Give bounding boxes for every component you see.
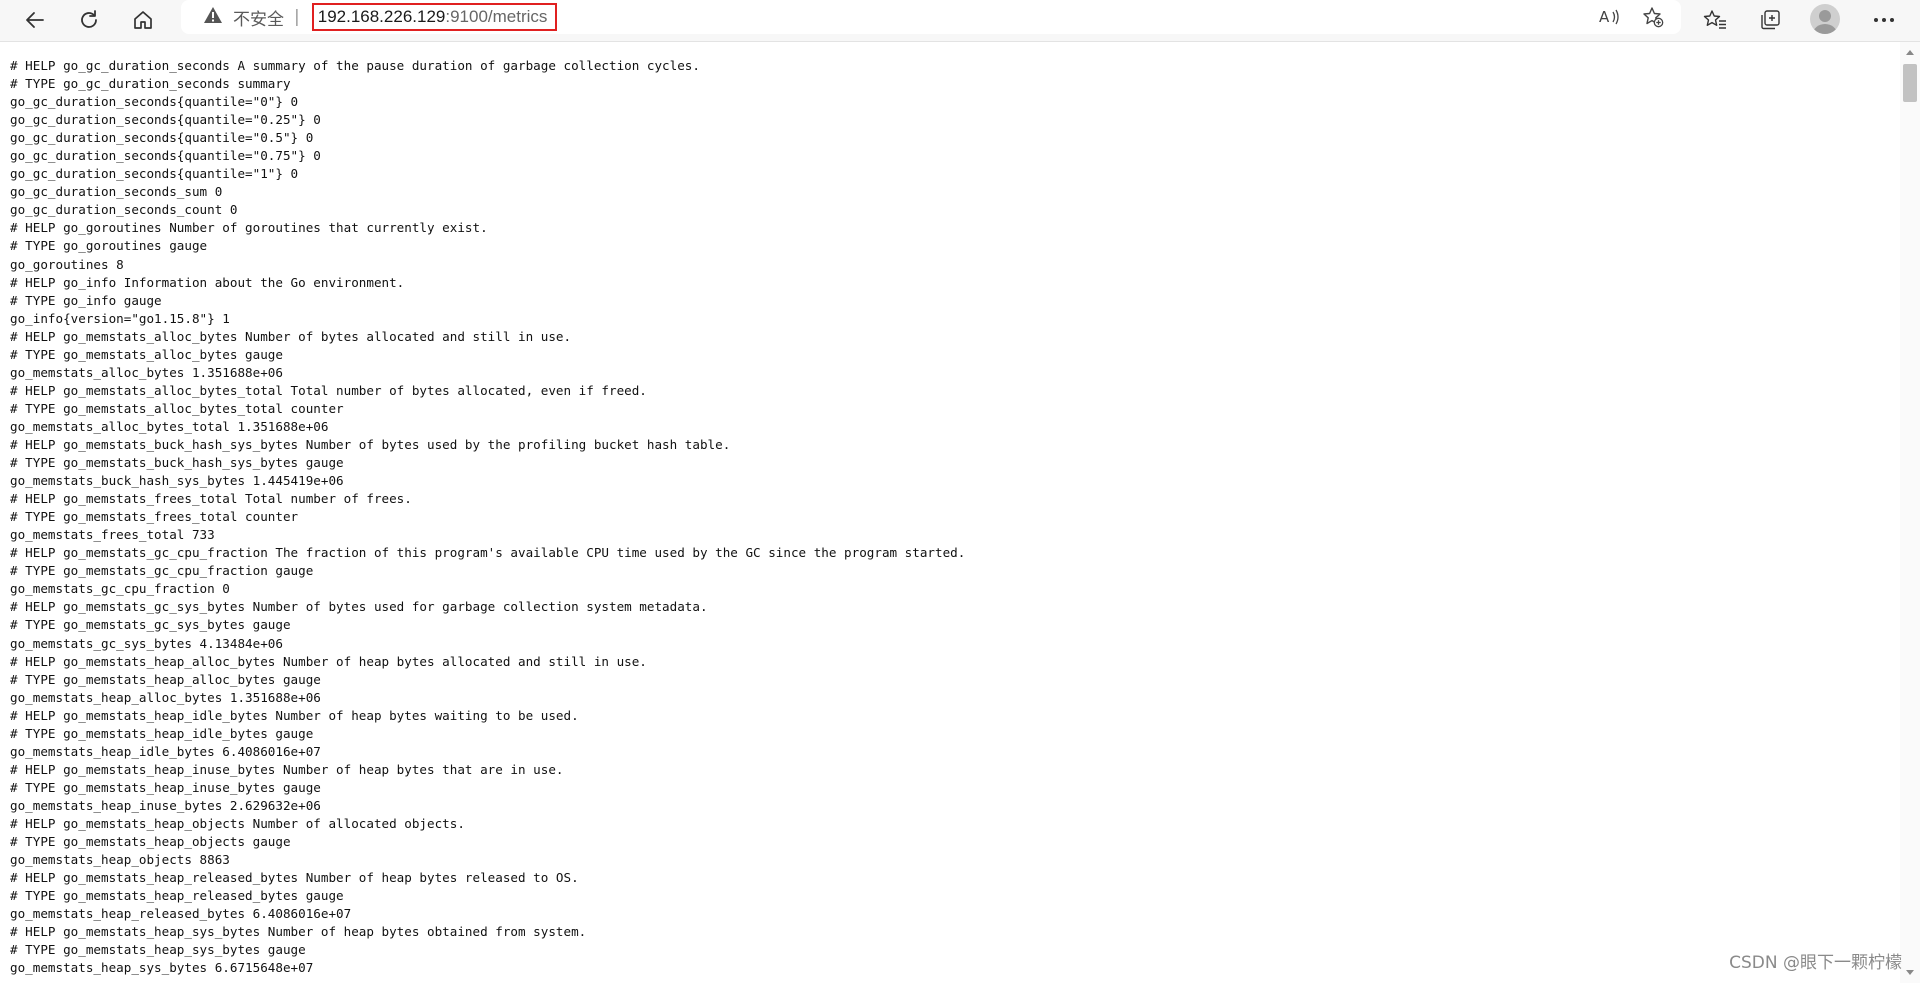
scroll-up-arrow-icon[interactable] bbox=[1906, 50, 1914, 55]
metric-line: go_memstats_buck_hash_sys_bytes 1.445419… bbox=[10, 473, 344, 489]
collections-icon[interactable] bbox=[1751, 2, 1789, 38]
metric-line: go_memstats_frees_total 733 bbox=[10, 527, 215, 543]
metrics-text: # HELP go_gc_duration_seconds A summary … bbox=[0, 42, 1900, 977]
metric-line: # TYPE go_memstats_gc_sys_bytes gauge bbox=[10, 617, 291, 633]
metric-line: go_goroutines 8 bbox=[10, 256, 124, 272]
url-host: 192.168.226.129 bbox=[317, 7, 446, 26]
metric-line: # TYPE go_memstats_heap_released_bytes g… bbox=[10, 888, 344, 904]
metric-line: go_memstats_alloc_bytes 1.351688e+06 bbox=[10, 364, 283, 380]
metric-line: go_gc_duration_seconds{quantile="1"} 0 bbox=[10, 166, 299, 182]
metric-line: go_memstats_heap_alloc_bytes 1.351688e+0… bbox=[10, 689, 321, 705]
metric-line: # TYPE go_gc_duration_seconds summary bbox=[10, 76, 291, 92]
scroll-down-arrow-icon[interactable] bbox=[1906, 970, 1914, 975]
metric-line: # TYPE go_memstats_heap_sys_bytes gauge bbox=[10, 942, 306, 958]
metric-line: go_memstats_gc_sys_bytes 4.13484e+06 bbox=[10, 635, 283, 651]
metric-line: go_memstats_heap_inuse_bytes 2.629632e+0… bbox=[10, 797, 321, 813]
refresh-icon[interactable] bbox=[70, 2, 108, 38]
metric-line: # TYPE go_memstats_heap_objects gauge bbox=[10, 834, 291, 850]
browser-toolbar: 不安全 | 192.168.226.129:9100/metrics A bbox=[0, 0, 1920, 42]
metric-line: go_memstats_gc_cpu_fraction 0 bbox=[10, 581, 230, 597]
metric-line: go_memstats_heap_objects 8863 bbox=[10, 852, 230, 868]
metric-line: go_memstats_alloc_bytes_total 1.351688e+… bbox=[10, 418, 329, 434]
add-favorite-icon[interactable] bbox=[1631, 0, 1675, 34]
url-path: :9100/metrics bbox=[445, 7, 548, 26]
metric-line: # TYPE go_memstats_alloc_bytes gauge bbox=[10, 346, 283, 362]
metric-line: # TYPE go_memstats_gc_cpu_fraction gauge bbox=[10, 563, 314, 579]
url-field[interactable]: 192.168.226.129:9100/metrics bbox=[311, 3, 558, 31]
metric-line: # HELP go_info Information about the Go … bbox=[10, 274, 405, 290]
svg-text:A: A bbox=[1599, 8, 1610, 26]
metric-line: # TYPE go_memstats_heap_inuse_bytes gaug… bbox=[10, 779, 321, 795]
metric-line: # HELP go_memstats_alloc_bytes_total Tot… bbox=[10, 382, 647, 398]
metric-line: # HELP go_gc_duration_seconds A summary … bbox=[10, 58, 700, 73]
metric-line: # TYPE go_memstats_buck_hash_sys_bytes g… bbox=[10, 455, 344, 471]
watermark: CSDN @眼下一颗柠檬 bbox=[1729, 953, 1902, 973]
address-bar[interactable]: 不安全 | 192.168.226.129:9100/metrics A bbox=[181, 0, 1681, 34]
metric-line: # HELP go_memstats_heap_sys_bytes Number… bbox=[10, 924, 587, 940]
separator: | bbox=[294, 7, 300, 27]
address-bar-actions: A bbox=[1587, 0, 1675, 34]
metric-line: go_gc_duration_seconds{quantile="0.75"} … bbox=[10, 148, 321, 164]
metric-line: # HELP go_memstats_heap_released_bytes N… bbox=[10, 870, 579, 886]
metric-line: # TYPE go_memstats_heap_alloc_bytes gaug… bbox=[10, 671, 321, 687]
metric-line: # HELP go_memstats_heap_inuse_bytes Numb… bbox=[10, 761, 564, 777]
metric-line: # TYPE go_goroutines gauge bbox=[10, 238, 208, 254]
metric-line: go_memstats_heap_sys_bytes 6.6715648e+07 bbox=[10, 960, 314, 976]
metric-line: # TYPE go_memstats_alloc_bytes_total cou… bbox=[10, 400, 344, 416]
home-icon[interactable] bbox=[124, 2, 162, 38]
page-content: # HELP go_gc_duration_seconds A summary … bbox=[0, 42, 1900, 983]
metric-line: go_info{version="go1.15.8"} 1 bbox=[10, 310, 230, 326]
metric-line: # HELP go_memstats_alloc_bytes Number of… bbox=[10, 328, 572, 344]
metric-line: # HELP go_memstats_gc_sys_bytes Number o… bbox=[10, 599, 708, 615]
metric-line: # HELP go_memstats_heap_idle_bytes Numbe… bbox=[10, 707, 579, 723]
metric-line: # HELP go_memstats_frees_total Total num… bbox=[10, 491, 412, 507]
metric-line: # HELP go_memstats_gc_cpu_fraction The f… bbox=[10, 545, 966, 561]
more-icon[interactable] bbox=[1865, 2, 1903, 38]
metric-line: go_memstats_heap_idle_bytes 6.4086016e+0… bbox=[10, 743, 321, 759]
scroll-thumb[interactable] bbox=[1903, 64, 1917, 102]
metric-line: go_memstats_heap_released_bytes 6.408601… bbox=[10, 906, 352, 922]
metric-line: # HELP go_memstats_buck_hash_sys_bytes N… bbox=[10, 436, 731, 452]
profile-avatar-icon[interactable] bbox=[1810, 4, 1840, 34]
favorites-icon[interactable] bbox=[1696, 2, 1734, 38]
metric-line: go_gc_duration_seconds_sum 0 bbox=[10, 184, 223, 200]
metric-line: # HELP go_goroutines Number of goroutine… bbox=[10, 220, 488, 236]
security-label: 不安全 bbox=[233, 9, 284, 30]
metric-line: # HELP go_memstats_heap_objects Number o… bbox=[10, 815, 465, 831]
read-aloud-icon[interactable]: A bbox=[1587, 0, 1631, 34]
metric-line: # TYPE go_memstats_heap_idle_bytes gauge bbox=[10, 725, 314, 741]
metric-line: # TYPE go_memstats_frees_total counter bbox=[10, 509, 299, 525]
metric-line: go_gc_duration_seconds{quantile="0.5"} 0 bbox=[10, 130, 314, 146]
warning-icon bbox=[203, 6, 223, 29]
metric-line: go_gc_duration_seconds_count 0 bbox=[10, 202, 238, 218]
back-arrow-icon[interactable] bbox=[16, 2, 54, 38]
vertical-scrollbar[interactable] bbox=[1900, 42, 1920, 983]
metric-line: go_gc_duration_seconds{quantile="0"} 0 bbox=[10, 94, 299, 110]
metric-line: # TYPE go_info gauge bbox=[10, 292, 162, 308]
metric-line: # HELP go_memstats_heap_alloc_bytes Numb… bbox=[10, 653, 647, 669]
metric-line: go_gc_duration_seconds{quantile="0.25"} … bbox=[10, 112, 321, 128]
security-indicator[interactable]: 不安全 | bbox=[203, 5, 312, 30]
